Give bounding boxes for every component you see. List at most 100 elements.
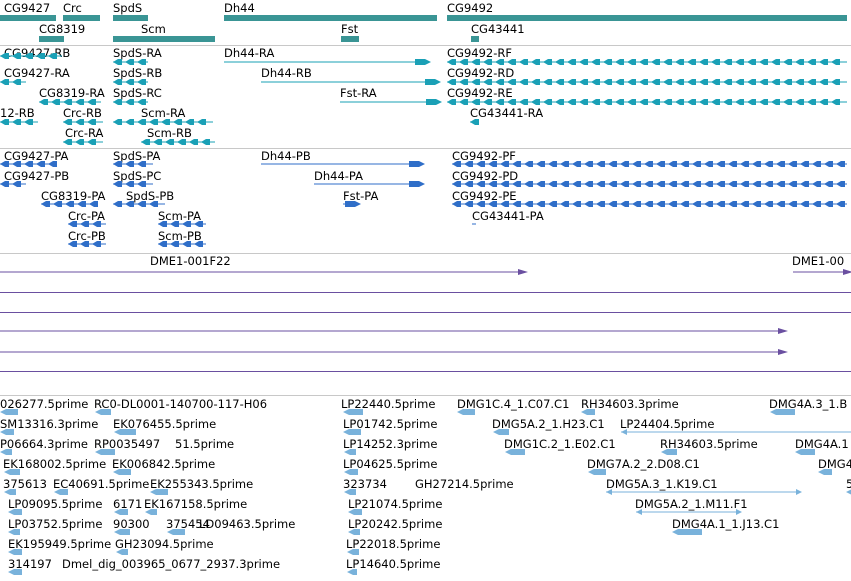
transcript-feature[interactable] — [261, 77, 447, 87]
transcript-feature[interactable] — [0, 51, 70, 61]
transcript-feature[interactable] — [447, 77, 851, 87]
clone-feature[interactable] — [793, 267, 851, 277]
est-feature[interactable] — [818, 467, 840, 477]
est-feature[interactable] — [846, 487, 851, 497]
est-feature[interactable] — [661, 447, 685, 457]
est-feature[interactable] — [167, 527, 193, 537]
clone-feature[interactable] — [0, 267, 534, 277]
transcript-feature[interactable] — [224, 57, 437, 67]
est-feature[interactable] — [672, 527, 710, 537]
est-label: Dmel_dig_003965_0677_2937.3prime — [62, 557, 281, 571]
est-feature[interactable] — [343, 427, 369, 437]
est-feature[interactable] — [606, 487, 804, 497]
protein-feature[interactable] — [452, 179, 851, 189]
transcript-feature[interactable] — [0, 117, 46, 127]
transcript-feature[interactable] — [39, 97, 109, 107]
protein-feature[interactable] — [0, 159, 63, 169]
est-feature[interactable] — [8, 547, 30, 557]
protein-feature[interactable] — [68, 239, 114, 249]
est-feature[interactable] — [4, 487, 24, 497]
est-feature[interactable] — [344, 467, 366, 477]
est-label: LD09463.5prime — [199, 517, 296, 531]
est-feature[interactable] — [343, 407, 371, 417]
est-feature[interactable] — [145, 507, 165, 517]
gene-feature[interactable] — [63, 13, 108, 23]
est-feature[interactable] — [621, 427, 851, 437]
transcript-feature[interactable] — [113, 97, 156, 107]
est-feature[interactable] — [0, 407, 26, 417]
est-feature[interactable] — [0, 447, 20, 457]
est-feature[interactable] — [348, 527, 368, 537]
transcript-feature[interactable] — [470, 117, 486, 127]
est-feature[interactable] — [8, 567, 30, 577]
est-feature[interactable] — [116, 547, 136, 557]
est-feature[interactable] — [493, 427, 517, 437]
est-feature[interactable] — [344, 487, 364, 497]
est-feature[interactable] — [457, 407, 483, 417]
est-feature[interactable] — [347, 567, 365, 577]
est-label: 51.5prime — [175, 437, 235, 451]
gene-feature[interactable] — [341, 34, 367, 44]
transcript-feature[interactable] — [113, 117, 221, 127]
clone-feature[interactable] — [0, 307, 851, 317]
protein-feature[interactable] — [41, 199, 104, 209]
protein-feature[interactable] — [68, 219, 114, 229]
est-feature[interactable] — [113, 467, 139, 477]
transcript-feature[interactable] — [141, 137, 223, 147]
transcript-feature[interactable] — [447, 97, 851, 107]
est-feature[interactable] — [8, 527, 28, 537]
est-feature[interactable] — [114, 507, 136, 517]
est-feature[interactable] — [0, 427, 22, 437]
clone-feature[interactable] — [0, 347, 794, 357]
gene-feature[interactable] — [113, 34, 223, 44]
clone-feature[interactable] — [0, 366, 851, 376]
protein-feature[interactable] — [158, 239, 214, 249]
est-feature[interactable] — [4, 467, 28, 477]
protein-feature[interactable] — [113, 159, 161, 169]
est-feature[interactable] — [344, 447, 364, 457]
transcript-feature[interactable] — [63, 137, 111, 147]
protein-feature[interactable] — [452, 199, 851, 209]
est-feature[interactable] — [636, 507, 744, 517]
est-feature[interactable] — [54, 487, 76, 497]
est-feature[interactable] — [8, 507, 30, 517]
gene-feature[interactable] — [224, 13, 445, 23]
est-feature[interactable] — [114, 427, 144, 437]
est-label: RC0-DL0001-140700-117-H06 — [94, 397, 268, 411]
est-feature[interactable] — [114, 527, 138, 537]
est-feature[interactable] — [795, 447, 823, 457]
est-feature[interactable] — [347, 547, 367, 557]
transcript-feature[interactable] — [113, 77, 156, 87]
protein-feature[interactable] — [472, 219, 484, 229]
est-feature[interactable] — [150, 487, 176, 497]
protein-feature[interactable] — [113, 179, 161, 189]
protein-feature[interactable] — [0, 179, 34, 189]
transcript-feature[interactable] — [113, 57, 156, 67]
clone-feature[interactable] — [0, 326, 794, 336]
protein-feature[interactable] — [113, 199, 173, 209]
transcript-feature[interactable] — [0, 77, 34, 87]
gene-feature[interactable] — [0, 13, 64, 23]
protein-feature[interactable] — [452, 159, 851, 169]
gene-feature[interactable] — [471, 34, 487, 44]
transcript-feature[interactable] — [63, 117, 111, 127]
transcript-feature[interactable] — [447, 57, 851, 67]
protein-feature[interactable] — [343, 199, 367, 209]
gene-feature[interactable] — [113, 13, 156, 23]
protein-feature[interactable] — [261, 159, 431, 169]
genome-browser-view[interactable]: CG9427 Crc SpdS Dh44 CG9492 CG8319 Scm Fst CG434… — [0, 0, 851, 581]
est-label: GH27214.5prime — [415, 477, 514, 491]
gene-feature[interactable] — [447, 13, 851, 23]
est-feature[interactable] — [581, 407, 603, 417]
est-feature[interactable] — [770, 407, 803, 417]
transcript-feature[interactable] — [340, 97, 448, 107]
est-feature[interactable] — [95, 407, 119, 417]
protein-feature[interactable] — [314, 179, 431, 189]
clone-feature[interactable] — [0, 287, 851, 297]
est-feature[interactable] — [95, 447, 123, 457]
est-feature[interactable] — [588, 467, 614, 477]
est-feature[interactable] — [505, 447, 533, 457]
protein-feature[interactable] — [158, 219, 214, 229]
gene-feature[interactable] — [39, 34, 72, 44]
est-feature[interactable] — [348, 507, 370, 517]
